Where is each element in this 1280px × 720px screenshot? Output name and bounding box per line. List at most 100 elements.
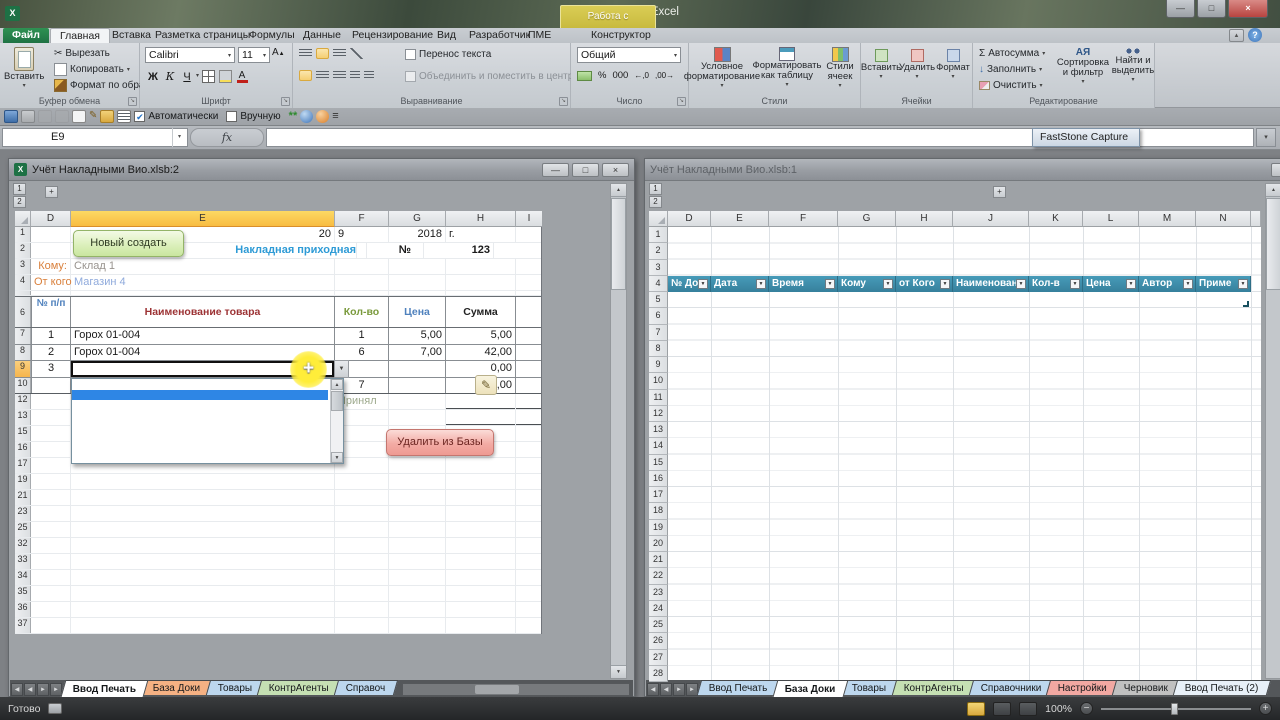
sheet-tab[interactable]: Ввод Печать xyxy=(696,680,780,695)
row-number[interactable]: 23 xyxy=(649,584,668,601)
scroll-thumb[interactable] xyxy=(331,391,343,411)
row-number[interactable]: 12 xyxy=(649,405,668,422)
select-all-corner[interactable] xyxy=(649,211,668,227)
table-header-cell[interactable]: Наименовани ▼ xyxy=(953,275,1029,293)
column-header[interactable]: M xyxy=(1139,211,1196,227)
prev-sheet-icon[interactable]: ◀ xyxy=(24,683,36,696)
row-number[interactable]: 27 xyxy=(649,649,668,666)
right-vertical-scrollbar[interactable]: ▲ xyxy=(1265,183,1280,679)
zoom-slider-thumb[interactable] xyxy=(1171,702,1178,715)
scroll-thumb[interactable] xyxy=(1266,198,1280,290)
sheet-tab[interactable]: База Доки xyxy=(772,680,848,697)
row-number[interactable]: 28 xyxy=(649,665,668,682)
page-break-view-icon[interactable] xyxy=(1019,701,1038,716)
cut-button[interactable]: ✂ Вырезать xyxy=(52,46,112,61)
document-icon[interactable] xyxy=(72,110,86,123)
dropdown-item[interactable] xyxy=(72,421,328,432)
font-name-combo[interactable]: Calibri ▾ xyxy=(145,47,235,63)
align-top-icon[interactable] xyxy=(299,49,312,58)
sheet-tab[interactable]: Настройки xyxy=(1046,680,1120,695)
grow-font-button[interactable]: А▲ xyxy=(272,47,285,58)
app-close-button[interactable]: × xyxy=(1228,0,1268,18)
row-number[interactable]: 21 xyxy=(649,552,668,569)
column-header-e[interactable]: E xyxy=(71,211,335,227)
sheet-tab[interactable]: Ввод Печать (2) xyxy=(1173,680,1272,695)
zoom-level[interactable]: 100% xyxy=(1045,703,1072,715)
zoom-in-icon[interactable]: + xyxy=(1259,702,1272,715)
row-number[interactable]: 15 xyxy=(649,454,668,471)
merge-center-button[interactable]: Объединить и поместить в центре▾ xyxy=(403,69,587,84)
dropdown-item[interactable] xyxy=(72,453,328,464)
outline-level1-button[interactable]: 1 xyxy=(13,183,26,195)
row-number[interactable]: 17 xyxy=(649,487,668,504)
dropdown-item[interactable] xyxy=(72,443,328,454)
font-size-combo[interactable]: 11 ▾ xyxy=(238,47,270,63)
table-header-cell[interactable]: Приме ▼ xyxy=(1196,275,1251,293)
column-header[interactable]: H xyxy=(896,211,953,227)
toolbar-menu-icon[interactable]: ≡ xyxy=(332,110,338,123)
align-middle-icon[interactable] xyxy=(316,48,329,59)
row-number[interactable]: 8 xyxy=(649,340,668,357)
outline-level1-button[interactable]: 1 xyxy=(649,183,662,195)
window-minimize-icon[interactable]: — xyxy=(1271,163,1280,177)
filter-icon[interactable]: ▼ xyxy=(825,278,835,289)
prev-sheet-icon[interactable]: ◀ xyxy=(660,683,672,696)
sheet-tab[interactable]: Товары xyxy=(840,680,899,695)
name-box[interactable]: E9 xyxy=(2,128,188,147)
zoom-slider[interactable] xyxy=(1101,702,1251,715)
dropdown-item[interactable] xyxy=(72,379,328,390)
number-format-combo[interactable]: Общий ▾ xyxy=(577,47,681,63)
new-create-button[interactable]: Новый создать xyxy=(73,230,184,257)
percent-style-button[interactable]: % xyxy=(598,70,606,81)
app-minimize-button[interactable]: — xyxy=(1166,0,1195,18)
align-bottom-icon[interactable] xyxy=(333,49,346,58)
left-window-titlebar[interactable]: X Учёт Накладными Вио.xlsb:2 — □ × xyxy=(9,159,634,181)
filter-icon[interactable]: ▼ xyxy=(1126,278,1136,289)
accounting-format-icon[interactable] xyxy=(577,70,592,81)
fill-color-button[interactable] xyxy=(217,69,233,84)
row-number[interactable]: 5 xyxy=(649,292,668,309)
blue-globe-icon[interactable] xyxy=(300,110,314,123)
wrap-text-button[interactable]: Перенос текста xyxy=(403,47,493,62)
row-number[interactable]: 13 xyxy=(649,422,668,439)
sparkle-icon[interactable]: ** xyxy=(289,110,298,123)
tab-file[interactable]: Файл xyxy=(3,28,49,43)
cell-styles-button[interactable]: Стили ячеек ▾ xyxy=(821,45,859,89)
increase-indent-icon[interactable] xyxy=(364,71,374,80)
insert-function-button[interactable]: fx xyxy=(190,128,264,147)
dropdown-item[interactable] xyxy=(72,411,328,422)
dropdown-item[interactable] xyxy=(72,389,328,401)
row-number[interactable]: 26 xyxy=(649,633,668,650)
sort-filter-button[interactable]: АЯ Сортировка и фильтр ▾ xyxy=(1055,45,1111,85)
fill-button[interactable]: ↓ Заполнить ▾ xyxy=(977,62,1044,77)
copy-button[interactable]: Копировать ▾ xyxy=(52,62,132,77)
increase-decimal-button[interactable]: ←,0 xyxy=(634,71,649,80)
outline-level2-button[interactable]: 2 xyxy=(649,196,662,208)
window-restore-icon[interactable]: □ xyxy=(572,162,599,177)
list-icon[interactable] xyxy=(117,110,132,123)
filter-icon[interactable]: ▼ xyxy=(1070,278,1080,289)
macro-record-icon[interactable] xyxy=(48,703,63,714)
scroll-up-icon[interactable]: ▲ xyxy=(1266,184,1280,197)
scroll-thumb[interactable] xyxy=(474,685,519,694)
row-number[interactable]: 24 xyxy=(649,600,668,617)
align-right-icon[interactable] xyxy=(333,71,346,80)
dropdown-scrollbar[interactable]: ▲ ▼ xyxy=(330,379,343,463)
find-select-button[interactable]: Найти и выделить ▾ xyxy=(1111,45,1155,83)
scroll-down-icon[interactable]: ▼ xyxy=(331,452,343,463)
window-close-icon[interactable]: × xyxy=(602,162,629,177)
column-header-h[interactable]: H xyxy=(446,211,516,227)
table-header-cell[interactable]: Дата ▼ xyxy=(711,275,769,293)
bold-button[interactable]: Ж xyxy=(145,69,161,84)
insert-cells-button[interactable]: Вставить ▾ xyxy=(861,47,901,80)
alignment-dialog-launcher-icon[interactable]: ↘ xyxy=(559,97,568,106)
row-number[interactable]: 6 xyxy=(649,308,668,325)
tab-home[interactable]: Главная xyxy=(50,28,110,43)
format-as-table-button[interactable]: Форматировать как таблицу ▾ xyxy=(753,45,821,88)
next-sheet-icon[interactable]: ► xyxy=(37,683,49,696)
filter-icon[interactable]: ▼ xyxy=(883,278,893,289)
row-number[interactable]: 9 xyxy=(649,357,668,374)
delete-cells-button[interactable]: Удалить ▾ xyxy=(899,47,935,80)
tab-pme[interactable]: ПМЕ xyxy=(519,28,560,43)
tool-icon[interactable] xyxy=(21,110,35,123)
